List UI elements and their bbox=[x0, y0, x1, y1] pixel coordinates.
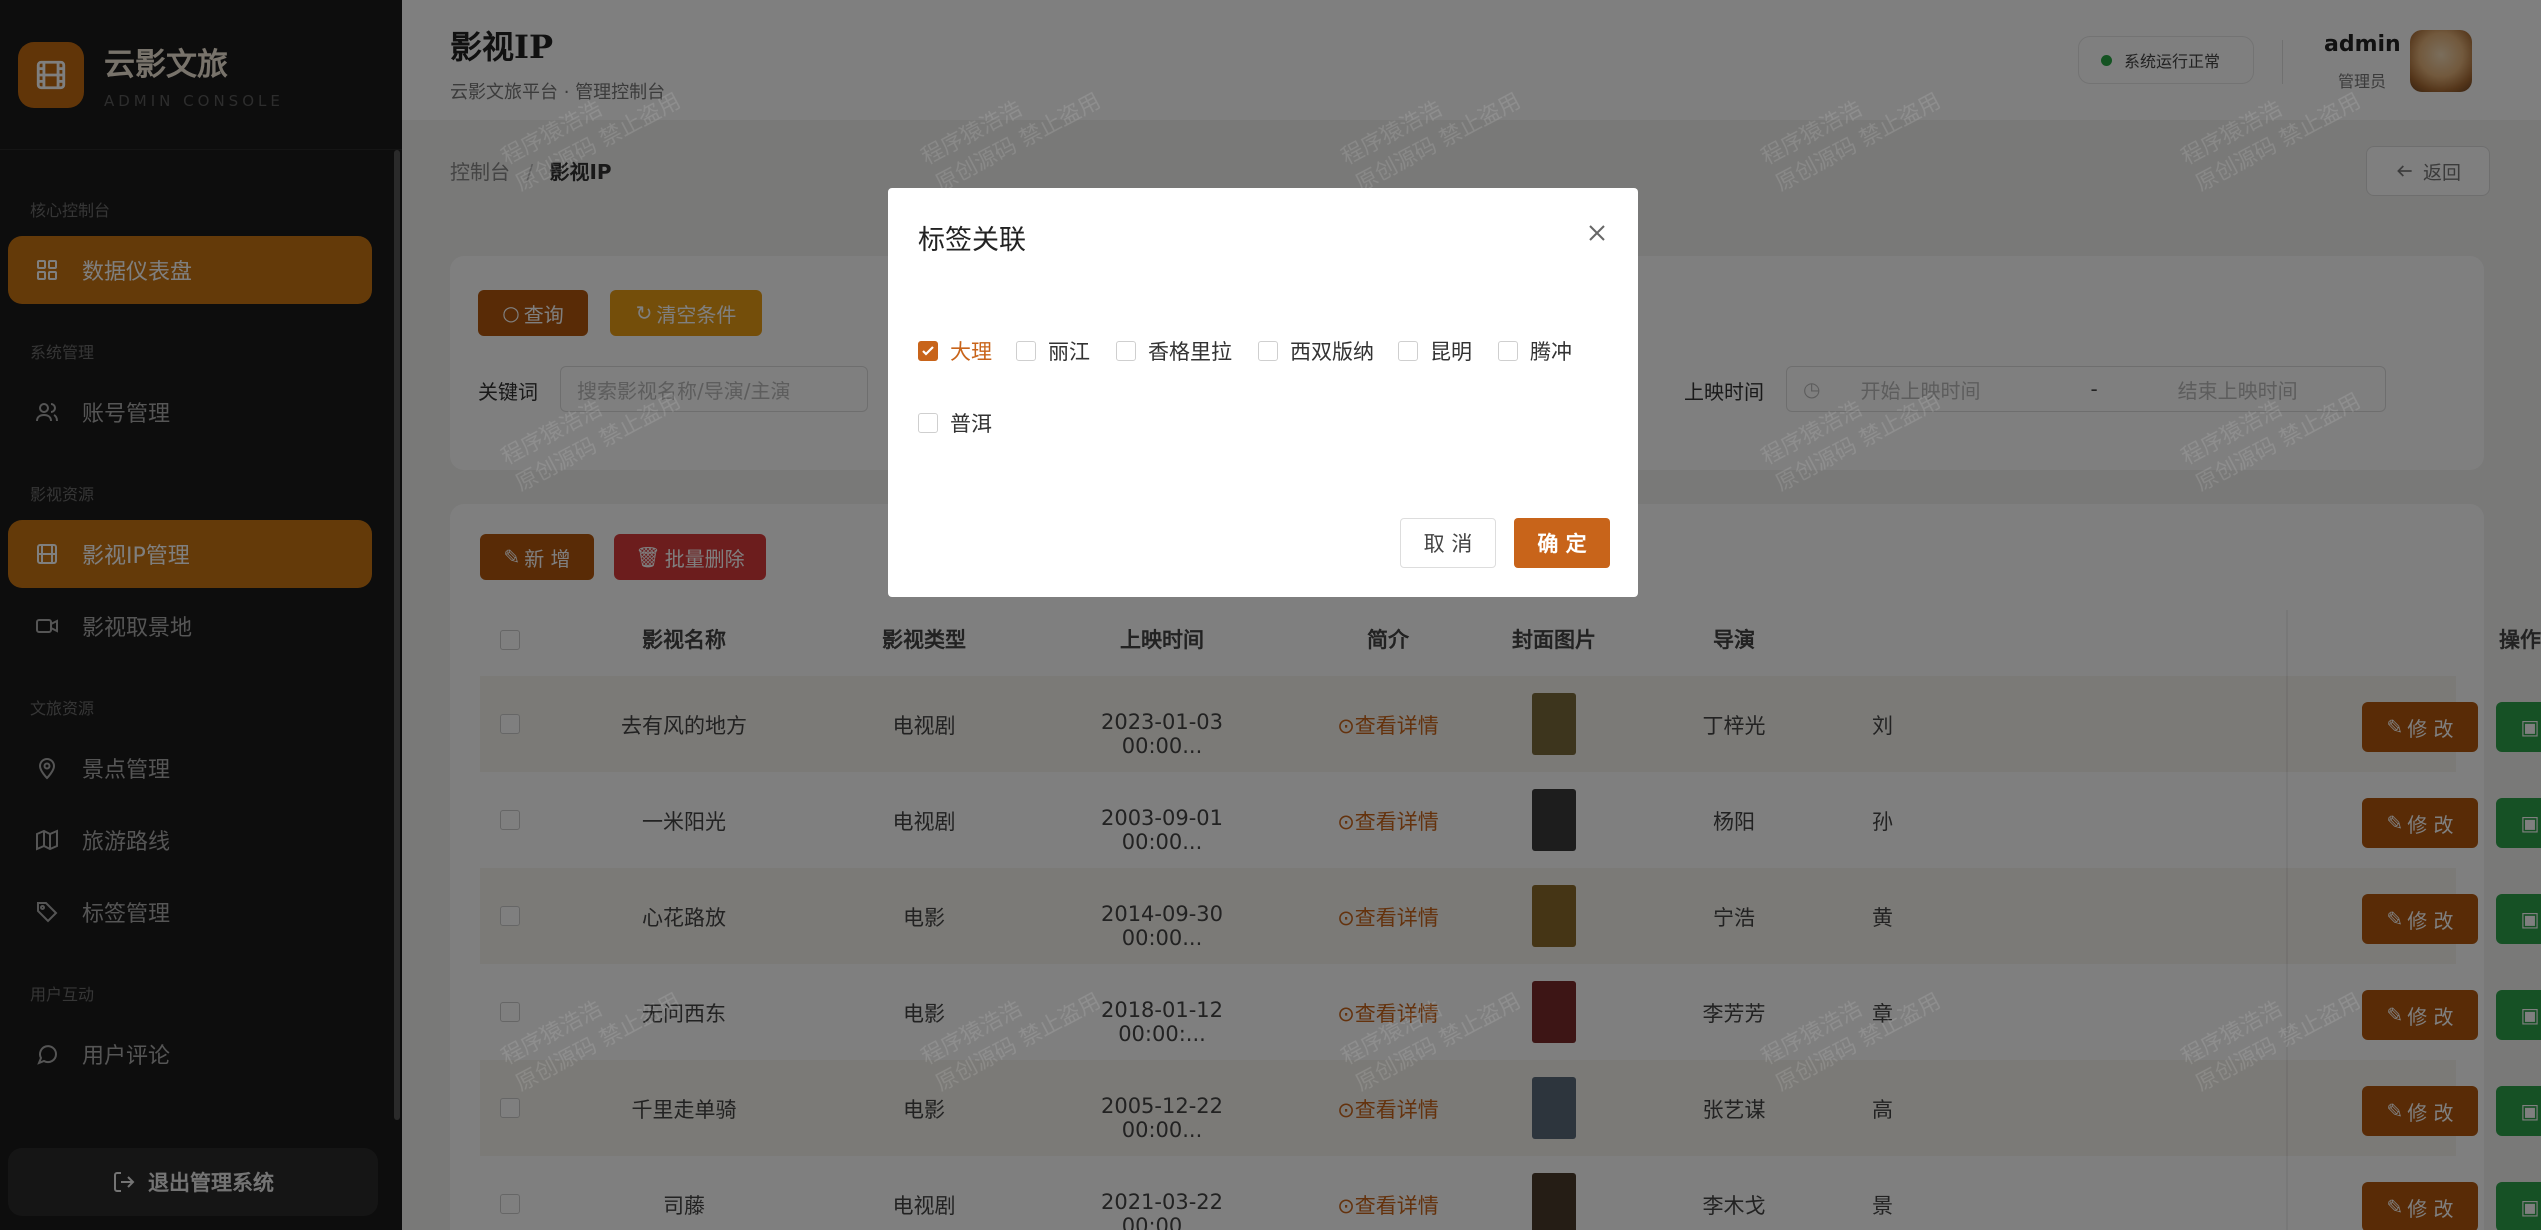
tag-association-dialog: 标签关联 大理 丽江 香格里拉 西双版纳 昆明 腾冲普洱 取 消 确 定 bbox=[888, 188, 1638, 597]
checkbox-icon bbox=[1398, 341, 1418, 361]
tag-option-label: 大理 bbox=[950, 340, 992, 364]
tag-option-checkbox[interactable]: 大理 bbox=[918, 336, 992, 366]
tag-option-checkbox[interactable]: 昆明 bbox=[1398, 336, 1472, 366]
tag-option-checkbox[interactable]: 香格里拉 bbox=[1116, 336, 1232, 366]
tag-option-label: 西双版纳 bbox=[1290, 340, 1374, 364]
checkbox-icon bbox=[1116, 341, 1136, 361]
checkbox-checked-icon bbox=[918, 341, 938, 361]
confirm-button[interactable]: 确 定 bbox=[1514, 518, 1610, 568]
cancel-button[interactable]: 取 消 bbox=[1400, 518, 1496, 568]
checkbox-icon bbox=[1258, 341, 1278, 361]
tag-option-label: 香格里拉 bbox=[1148, 340, 1232, 364]
close-icon[interactable] bbox=[1582, 218, 1612, 248]
checkbox-icon bbox=[1498, 341, 1518, 361]
tag-option-checkbox[interactable]: 西双版纳 bbox=[1258, 336, 1374, 366]
tag-option-label: 丽江 bbox=[1048, 340, 1090, 364]
dialog-title: 标签关联 bbox=[918, 225, 1026, 256]
tag-option-label: 腾冲 bbox=[1530, 340, 1572, 364]
tag-option-checkbox[interactable]: 丽江 bbox=[1016, 336, 1090, 366]
tag-option-checkbox[interactable]: 腾冲 bbox=[1498, 336, 1572, 366]
app-root: 云影文旅 ADMIN CONSOLE 核心控制台 数据仪表盘 系统管理 账号管理… bbox=[0, 0, 2541, 1230]
modal-overlay[interactable] bbox=[0, 0, 2541, 1230]
checkbox-icon bbox=[918, 413, 938, 433]
checkbox-icon bbox=[1016, 341, 1036, 361]
tag-option-checkbox[interactable]: 普洱 bbox=[918, 408, 992, 438]
tag-option-label: 昆明 bbox=[1430, 340, 1472, 364]
tag-option-label: 普洱 bbox=[950, 412, 992, 436]
